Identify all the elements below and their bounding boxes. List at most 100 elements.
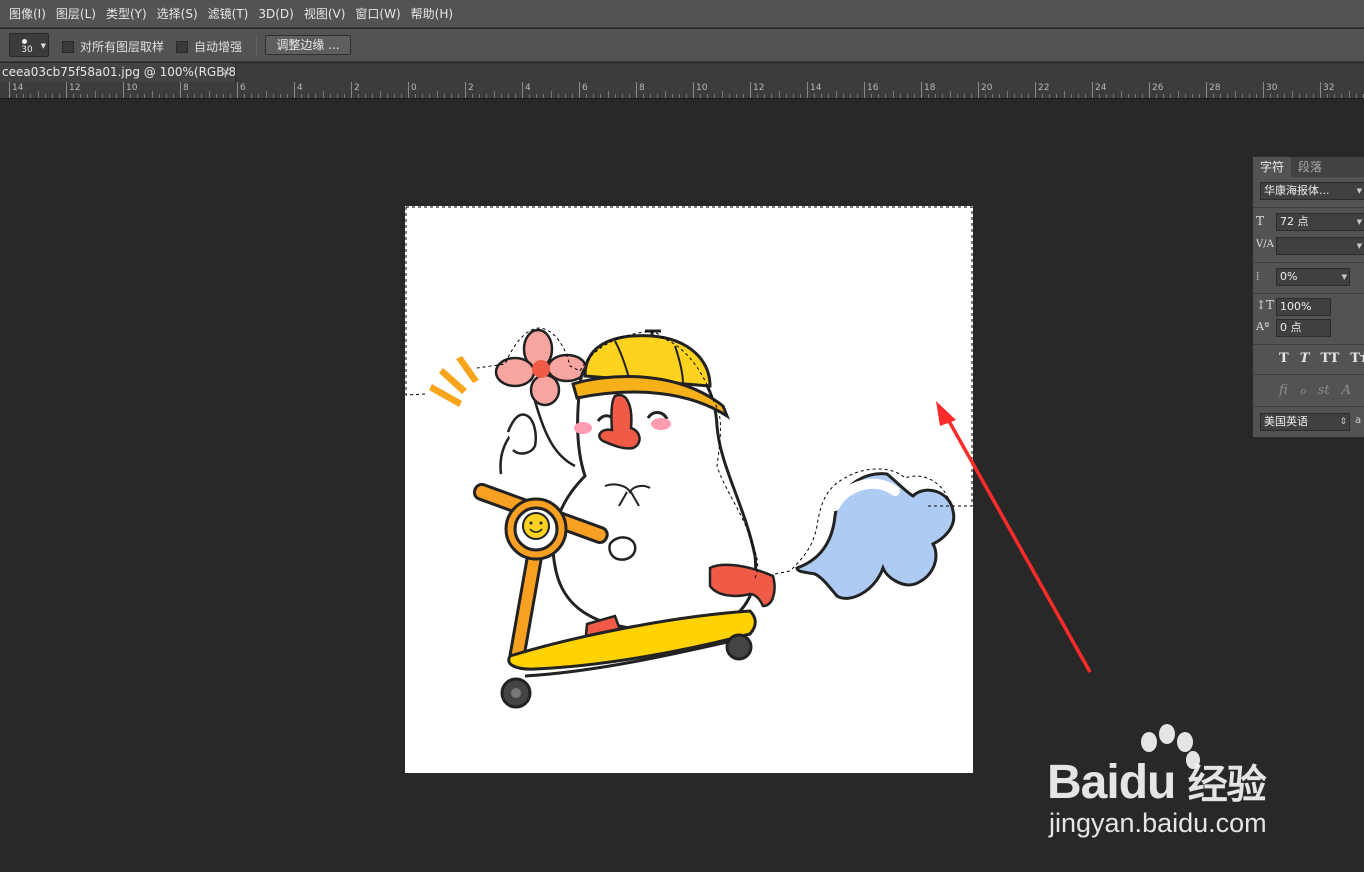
menu-layer[interactable]: 图层(L) xyxy=(51,0,101,28)
menu-filter[interactable]: 滤镜(T) xyxy=(203,0,254,28)
ruler-minor-tick xyxy=(443,94,445,98)
menu-window[interactable]: 窗口(W) xyxy=(350,0,405,28)
baseline-shift-icon: Aª xyxy=(1256,320,1270,333)
menu-view[interactable]: 视图(V) xyxy=(299,0,351,28)
panel-divider xyxy=(1253,293,1364,294)
ruler-minor-tick xyxy=(415,94,417,98)
ruler-minor-tick xyxy=(1312,94,1314,98)
swash-button[interactable]: A xyxy=(1342,383,1351,398)
kerning-field[interactable]: ▼ xyxy=(1276,237,1364,255)
old-style-button[interactable]: ℴ xyxy=(1300,383,1306,398)
ruler-minor-tick xyxy=(1234,91,1236,98)
ruler-minor-tick xyxy=(258,94,260,98)
ruler-minor-tick xyxy=(450,94,452,98)
ruler-minor-tick xyxy=(222,94,224,98)
opentype-buttons: ﬁ ℴ st A xyxy=(1279,383,1351,398)
ruler-minor-tick xyxy=(1163,94,1165,98)
menu-image[interactable]: 图像(I) xyxy=(4,0,51,28)
ruler-minor-tick xyxy=(1270,94,1272,98)
panel-divider xyxy=(1253,374,1364,375)
panel-tabs: 字符 段落 xyxy=(1253,157,1364,177)
ruler-minor-tick xyxy=(172,94,174,98)
ruler-minor-tick xyxy=(1006,91,1008,98)
ruler-minor-tick xyxy=(529,94,531,98)
ruler-minor-tick xyxy=(892,91,894,98)
ruler-minor-tick xyxy=(963,94,965,98)
ruler-major-tick xyxy=(237,82,238,98)
ruler-major-tick xyxy=(351,82,352,98)
ruler-minor-tick xyxy=(814,94,816,98)
selection-marquee xyxy=(405,206,973,579)
ruler-label: 12 xyxy=(753,83,765,93)
kerning-icon: V/A xyxy=(1256,239,1274,250)
ruler-minor-tick xyxy=(1063,91,1065,98)
brush-preset-picker[interactable]: 30 ▼ xyxy=(9,33,49,57)
refine-edge-button[interactable]: 调整边缘 ... xyxy=(265,35,351,55)
auto-enhance-option[interactable]: 自动增强 xyxy=(176,38,242,55)
discretionary-ligatures-button[interactable]: st xyxy=(1318,383,1330,398)
small-caps-button[interactable]: Tт xyxy=(1350,351,1364,366)
menu-help[interactable]: 帮助(H) xyxy=(406,0,458,28)
ruler-label: 4 xyxy=(297,83,303,93)
ruler-label: 14 xyxy=(810,83,822,93)
ruler-label: 4 xyxy=(525,83,531,93)
ruler-minor-tick xyxy=(1170,94,1172,98)
ruler-minor-tick xyxy=(1248,94,1250,98)
faux-bold-button[interactable]: T xyxy=(1279,351,1289,366)
font-size-field[interactable]: 72 点 ▼ xyxy=(1276,213,1364,231)
ruler-minor-tick xyxy=(201,94,203,98)
ruler-major-tick xyxy=(807,82,808,98)
font-family-value: 华康海报体... xyxy=(1264,184,1330,197)
sample-all-layers-checkbox[interactable] xyxy=(62,40,74,53)
ruler-minor-tick xyxy=(279,94,281,98)
horizontal-ruler[interactable]: 14 12 10 8 6 4 2 0 2 4 6 8 10 12 14 16 18 20 22 24 26 28 30 32 xyxy=(0,82,1364,99)
ruler-minor-tick xyxy=(329,94,331,98)
ruler-major-tick xyxy=(180,82,181,98)
font-family-select[interactable]: 华康海报体... ▼ xyxy=(1260,182,1364,200)
ruler-minor-tick xyxy=(550,91,552,98)
ruler-label: 2 xyxy=(354,83,360,93)
tab-character[interactable]: 字符 xyxy=(1253,157,1292,177)
ruler-minor-tick xyxy=(1355,94,1357,98)
ruler-minor-tick xyxy=(16,94,18,98)
baseline-shift-field[interactable]: 0 点 xyxy=(1276,319,1331,337)
ruler-minor-tick xyxy=(1334,94,1336,98)
ruler-minor-tick xyxy=(1177,91,1179,98)
menu-type[interactable]: 类型(Y) xyxy=(101,0,152,28)
document-canvas[interactable] xyxy=(405,206,973,773)
type-style-buttons: T T TT Tт xyxy=(1279,351,1364,366)
ruler-minor-tick xyxy=(1305,94,1307,98)
menu-select[interactable]: 选择(S) xyxy=(152,0,203,28)
ruler-minor-tick xyxy=(664,91,666,98)
faux-italic-button[interactable]: T xyxy=(1300,351,1310,366)
ruler-minor-tick xyxy=(821,94,823,98)
ruler-minor-tick xyxy=(1141,94,1143,98)
tracking-field[interactable]: 0% ▼ xyxy=(1276,268,1350,286)
ruler-label: 10 xyxy=(126,83,138,93)
ruler-minor-tick xyxy=(1113,94,1115,98)
ruler-minor-tick xyxy=(1099,94,1101,98)
ruler-minor-tick xyxy=(999,94,1001,98)
close-icon[interactable]: × xyxy=(222,63,230,82)
ligatures-button[interactable]: ﬁ xyxy=(1279,383,1288,398)
menu-3d[interactable]: 3D(D) xyxy=(253,0,298,28)
antialias-indicator[interactable]: a xyxy=(1355,415,1361,426)
vertical-scale-field[interactable]: 100% xyxy=(1276,298,1331,316)
ruler-minor-tick xyxy=(1298,94,1300,98)
language-select[interactable]: 美国英语 ⇕ xyxy=(1260,413,1350,431)
document-tab[interactable]: ceea03cb75f58a01.jpg @ 100%(RGB/8) × xyxy=(0,63,236,82)
ruler-minor-tick xyxy=(265,91,267,98)
all-caps-button[interactable]: TT xyxy=(1320,351,1339,366)
tab-paragraph[interactable]: 段落 xyxy=(1291,157,1329,177)
sample-all-layers-option[interactable]: 对所有图层取样 xyxy=(62,38,164,55)
watermark-brand: Baidu 经验 xyxy=(1047,752,1267,810)
ruler-minor-tick xyxy=(1020,94,1022,98)
ruler-major-tick xyxy=(921,82,922,98)
ruler-minor-tick xyxy=(607,91,609,98)
ruler-major-tick xyxy=(465,82,466,98)
ruler-minor-tick xyxy=(37,91,39,98)
menu-bar: 图像(I) 图层(L) 类型(Y) 选择(S) 滤镜(T) 3D(D) 视图(V… xyxy=(0,0,1364,28)
auto-enhance-checkbox[interactable] xyxy=(176,40,188,53)
ruler-minor-tick xyxy=(1227,94,1229,98)
ruler-label: 20 xyxy=(981,83,993,93)
